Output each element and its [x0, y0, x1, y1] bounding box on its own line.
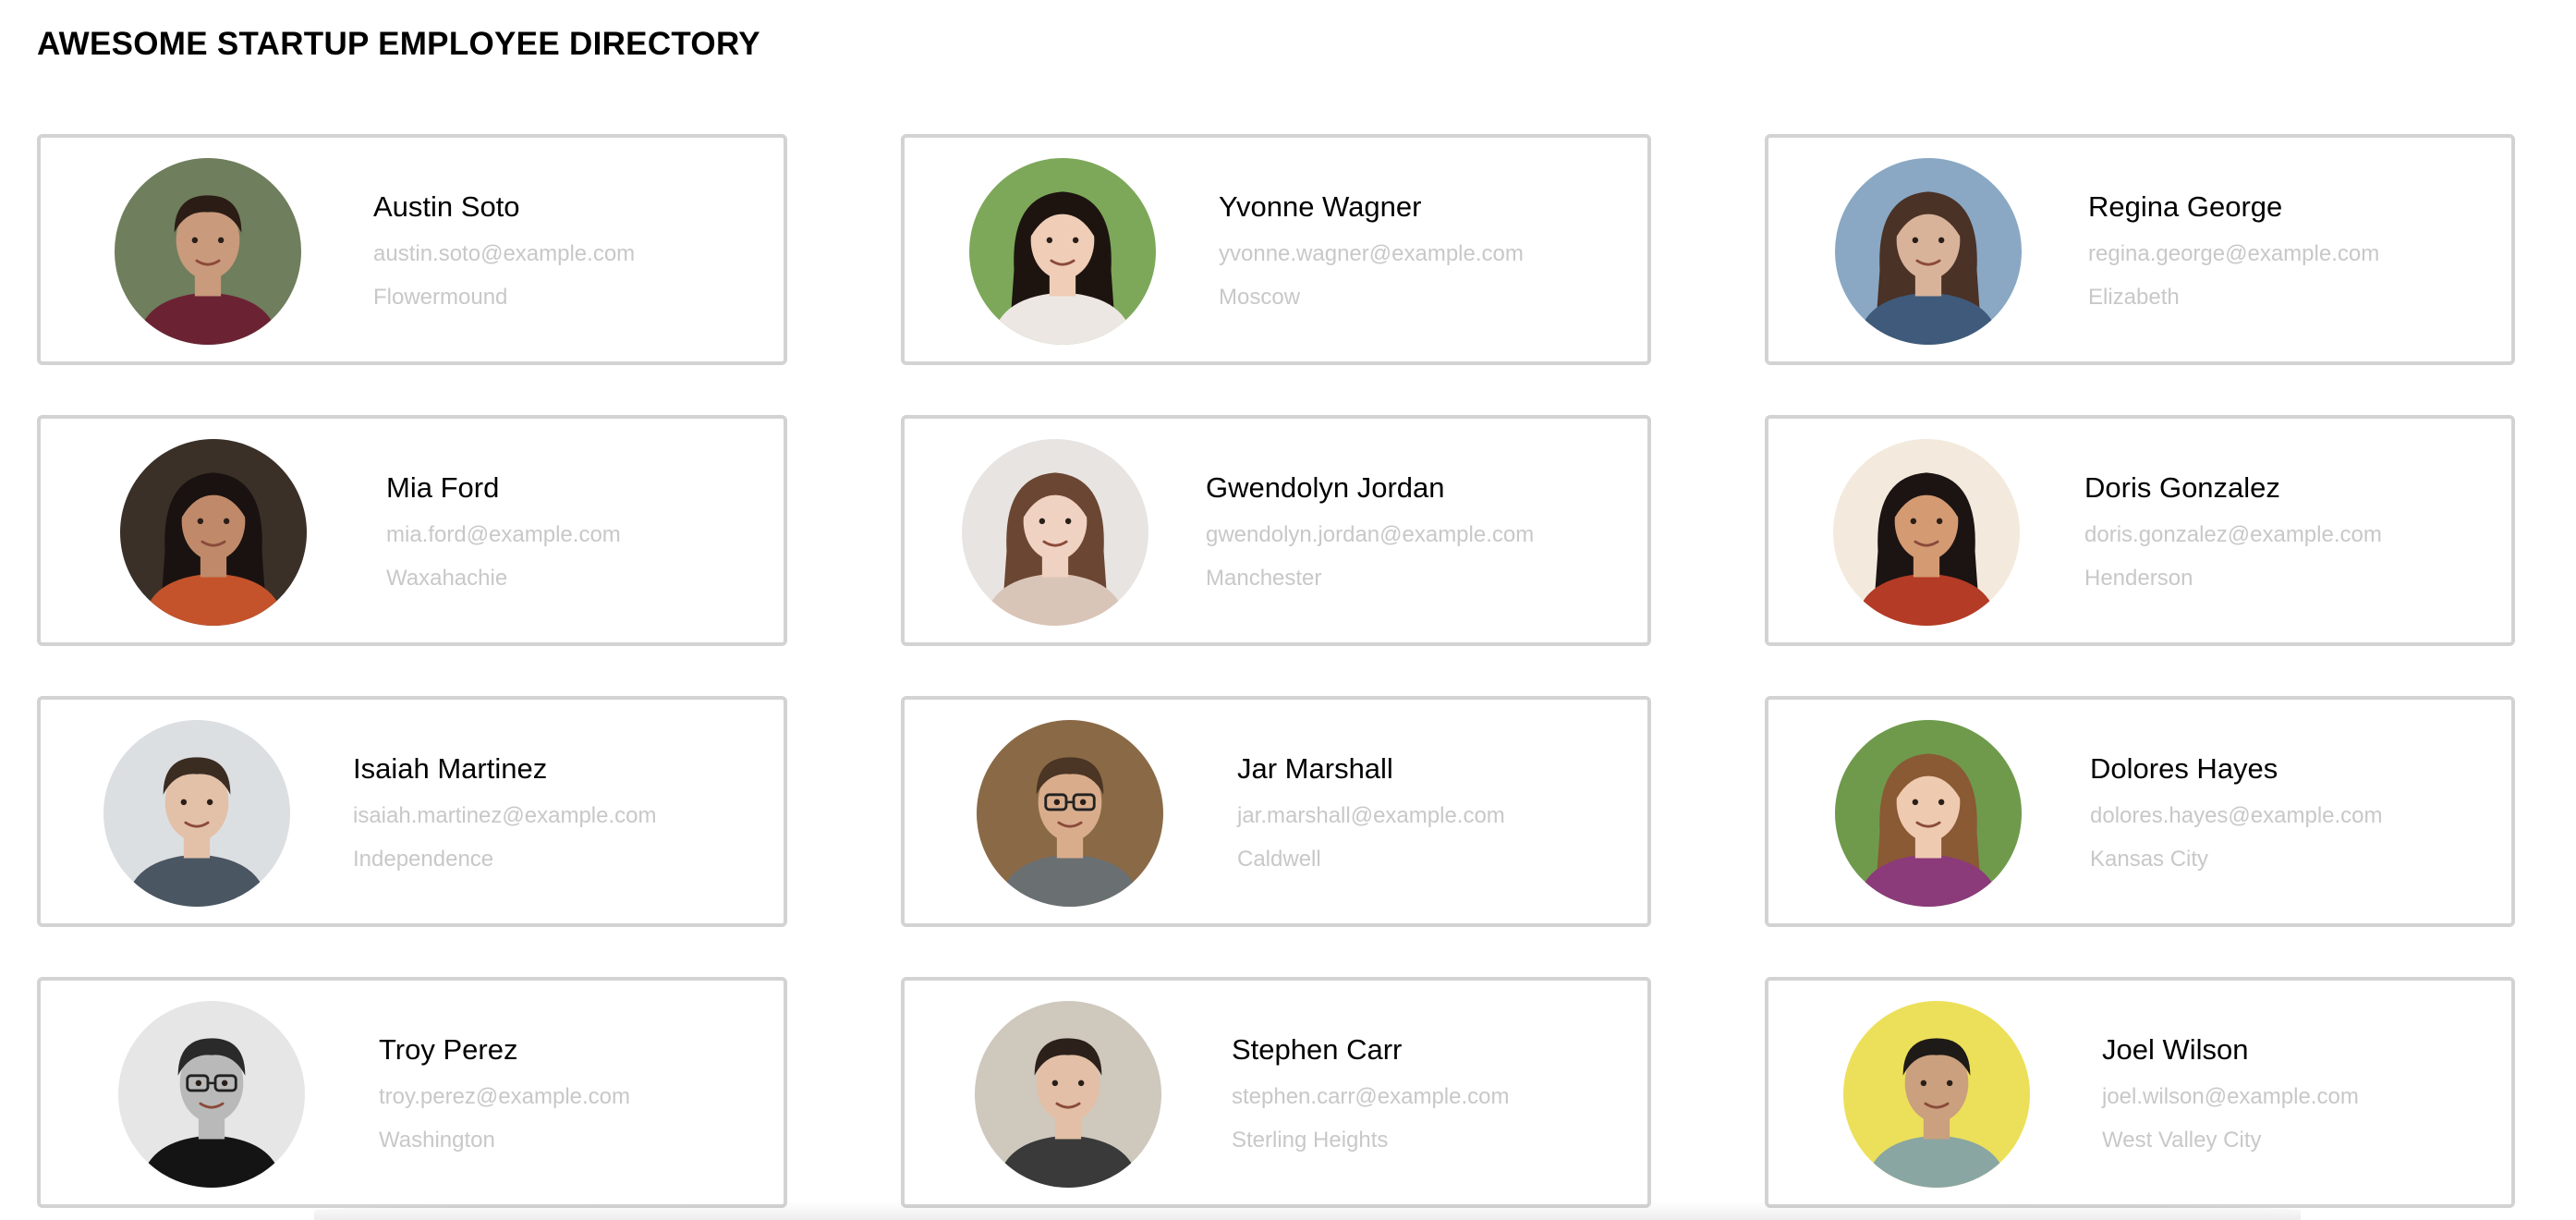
employee-email: stephen.carr@example.com [1232, 1084, 1510, 1109]
employee-info: Regina George regina.george@example.com El… [2088, 189, 2379, 311]
employee-card[interactable]: Troy Perez troy.perez@example.com Washingt… [37, 977, 787, 1208]
employee-name: Doris Gonzalez [2084, 471, 2280, 504]
employee-name: Yvonne Wagner [1219, 190, 1422, 223]
employee-email: jar.marshall@example.com [1237, 803, 1505, 828]
employee-city: Kansas City [2090, 847, 2209, 872]
avatar [1835, 158, 2022, 345]
employee-city: Sterling Heights [1232, 1128, 1389, 1153]
employee-city: Washington [379, 1128, 495, 1153]
employee-name: Troy Perez [379, 1033, 518, 1066]
avatar [115, 158, 301, 345]
employee-name: Mia Ford [386, 471, 500, 504]
employee-name: Dolores Hayes [2090, 752, 2278, 785]
employee-info: Joel Wilson joel.wilson@example.com West V… [2102, 1032, 2359, 1154]
employee-city: Moscow [1219, 285, 1301, 310]
employee-name: Gwendolyn Jordan [1206, 471, 1445, 504]
employee-card[interactable]: Mia Ford mia.ford@example.com Waxahachie [37, 415, 787, 646]
employee-name: Joel Wilson [2102, 1033, 2249, 1066]
employee-name: Jar Marshall [1237, 752, 1393, 785]
employee-card[interactable]: Yvonne Wagner yvonne.wagner@example.com Mo… [901, 134, 1651, 365]
employee-city: Independence [353, 847, 494, 872]
employee-card[interactable]: Isaiah Martinez isaiah.martinez@example.c… [37, 696, 787, 927]
employee-email: joel.wilson@example.com [2102, 1084, 2359, 1109]
employee-city: Waxahachie [386, 566, 508, 591]
employee-card[interactable]: Austin Soto austin.soto@example.com Flower… [37, 134, 787, 365]
bottom-shadow [314, 1202, 2301, 1220]
employee-email: austin.soto@example.com [373, 241, 636, 266]
employee-card[interactable]: Joel Wilson joel.wilson@example.com West V… [1765, 977, 2515, 1208]
employee-email: doris.gonzalez@example.com [2084, 522, 2382, 547]
employee-email: gwendolyn.jordan@example.com [1206, 522, 1535, 547]
employee-card[interactable]: Dolores Hayes dolores.hayes@example.com Ka… [1765, 696, 2515, 927]
employee-city: Flowermound [373, 285, 508, 310]
employee-name: Stephen Carr [1232, 1033, 1403, 1066]
employee-info: Dolores Hayes dolores.hayes@example.com Ka… [2090, 751, 2383, 873]
avatar [977, 720, 1163, 907]
employee-info: Austin Soto austin.soto@example.com Flower… [373, 189, 635, 311]
employee-email: isaiah.martinez@example.com [353, 803, 657, 828]
employee-card[interactable]: Doris Gonzalez doris.gonzalez@example.com… [1765, 415, 2515, 646]
employee-card[interactable]: Gwendolyn Jordan gwendolyn.jordan@example… [901, 415, 1651, 646]
employee-grid: Austin Soto austin.soto@example.com Flower… [37, 134, 2515, 1208]
avatar [1835, 720, 2022, 907]
employee-card[interactable]: Stephen Carr stephen.carr@example.com Ster… [901, 977, 1651, 1208]
employee-email: regina.george@example.com [2088, 241, 2380, 266]
page-title: AWESOME STARTUP EMPLOYEE DIRECTORY [37, 26, 760, 62]
avatar [1833, 439, 2020, 626]
employee-card[interactable]: Jar Marshall jar.marshall@example.com Cald… [901, 696, 1651, 927]
employee-city: Caldwell [1237, 847, 1321, 872]
employee-info: Doris Gonzalez doris.gonzalez@example.com… [2084, 470, 2382, 592]
employee-name: Regina George [2088, 190, 2283, 223]
employee-email: dolores.hayes@example.com [2090, 803, 2383, 828]
employee-info: Gwendolyn Jordan gwendolyn.jordan@example… [1206, 470, 1534, 592]
employee-info: Stephen Carr stephen.carr@example.com Ster… [1232, 1032, 1510, 1154]
employee-email: yvonne.wagner@example.com [1219, 241, 1524, 266]
employee-city: Elizabeth [2088, 285, 2180, 310]
employee-info: Jar Marshall jar.marshall@example.com Cald… [1237, 751, 1505, 873]
employee-name: Isaiah Martinez [353, 752, 548, 785]
employee-city: West Valley City [2102, 1128, 2262, 1153]
avatar [975, 1001, 1161, 1188]
employee-city: Manchester [1206, 566, 1322, 591]
employee-info: Mia Ford mia.ford@example.com Waxahachie [386, 470, 621, 592]
avatar [1843, 1001, 2030, 1188]
employee-name: Austin Soto [373, 190, 520, 223]
employee-info: Troy Perez troy.perez@example.com Washingt… [379, 1032, 630, 1154]
avatar [962, 439, 1148, 626]
avatar [103, 720, 290, 907]
avatar [120, 439, 307, 626]
employee-email: mia.ford@example.com [386, 522, 621, 547]
employee-info: Yvonne Wagner yvonne.wagner@example.com Mo… [1219, 189, 1524, 311]
employee-info: Isaiah Martinez isaiah.martinez@example.c… [353, 751, 657, 873]
employee-card[interactable]: Regina George regina.george@example.com El… [1765, 134, 2515, 365]
avatar [118, 1001, 305, 1188]
avatar [969, 158, 1156, 345]
employee-city: Henderson [2084, 566, 2193, 591]
employee-email: troy.perez@example.com [379, 1084, 631, 1109]
